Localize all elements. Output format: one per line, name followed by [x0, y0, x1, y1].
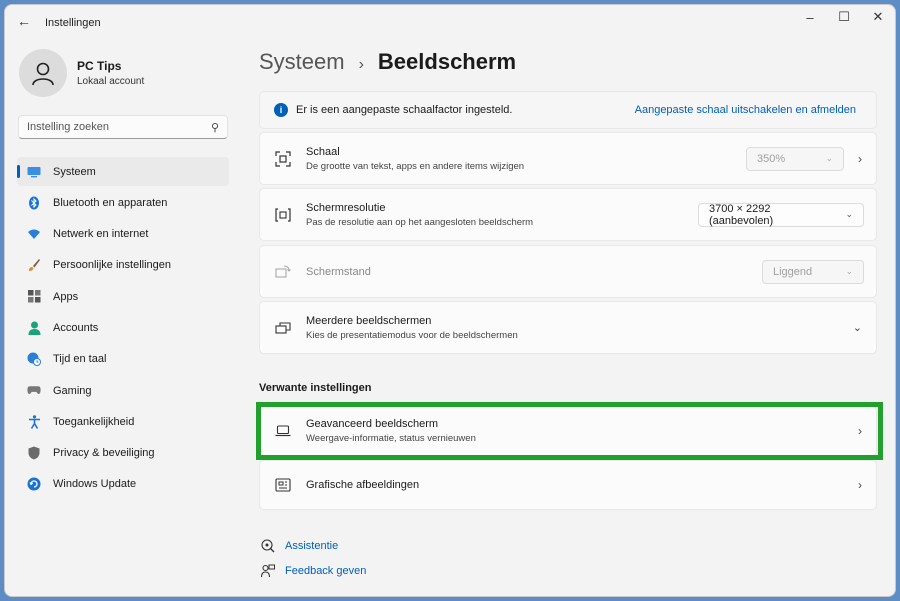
sidebar-item-bluetooth[interactable]: Bluetooth en apparaten	[17, 188, 229, 217]
multiple-displays-icon	[274, 319, 292, 337]
help-link-label: Assistentie	[285, 540, 339, 552]
settings-window: ← Instellingen – ☐ ✕ PC Tips Lokaal acco…	[4, 4, 896, 597]
setting-grafische-afbeeldingen[interactable]: Grafische afbeeldingen ›	[259, 460, 877, 510]
setting-title: Meerdere beeldschermen	[306, 314, 432, 327]
help-link[interactable]: Assistentie	[261, 539, 338, 553]
gamepad-icon	[27, 384, 41, 398]
person-icon	[27, 321, 41, 335]
sidebar-nav: Systeem Bluetooth en apparaten Netwerk e…	[17, 157, 229, 501]
page-title: Beeldscherm	[377, 49, 517, 74]
globe-clock-icon	[27, 352, 41, 367]
window-controls: – ☐ ✕	[793, 5, 895, 29]
profile-account-type: Lokaal account	[77, 76, 145, 87]
highlight-frame	[256, 402, 883, 460]
search-input[interactable]	[27, 121, 211, 133]
back-arrow-icon[interactable]: ←	[17, 13, 31, 29]
sidebar-item-label: Persoonlijke instellingen	[53, 259, 172, 272]
bluetooth-icon	[27, 196, 41, 210]
chevron-right-icon[interactable]: ›	[858, 152, 862, 166]
sidebar-item-toegankelijkheid[interactable]: Toegankelijkheid	[17, 407, 229, 436]
sidebar-item-label: Privacy & beveiliging	[53, 447, 155, 460]
sidebar-item-label: Gaming	[53, 384, 92, 397]
user-avatar-icon	[32, 62, 54, 86]
help-chat-icon	[261, 539, 275, 553]
sidebar-item-label: Bluetooth en apparaten	[53, 196, 168, 209]
sidebar-item-label: Windows Update	[53, 478, 137, 491]
setting-title: Schermresolutie	[306, 201, 386, 214]
sidebar-item-windows-update[interactable]: Windows Update	[17, 470, 229, 499]
sidebar-item-label: Netwerk en internet	[53, 228, 149, 241]
setting-title: Schaal	[306, 145, 340, 158]
feedback-link[interactable]: Feedback geven	[261, 564, 366, 578]
setting-schaal[interactable]: Schaal De grootte van tekst, apps en and…	[259, 132, 877, 185]
breadcrumb: Systeem › Beeldscherm	[259, 49, 516, 75]
title-bar: ← Instellingen – ☐ ✕	[5, 5, 895, 39]
setting-schermstand: Schermstand Liggend ⌄	[259, 245, 877, 298]
search-icon[interactable]: ⚲	[211, 121, 219, 134]
wifi-icon	[27, 227, 41, 241]
sidebar-item-apps[interactable]: Apps	[17, 282, 229, 311]
setting-title: Grafische afbeeldingen	[306, 479, 420, 491]
shield-icon	[27, 446, 41, 460]
chevron-right-icon[interactable]: ›	[858, 478, 862, 492]
setting-title: Schermstand	[306, 265, 371, 278]
search-box[interactable]: ⚲	[18, 115, 228, 139]
window-title: Instellingen	[45, 17, 101, 29]
feedback-icon	[261, 564, 275, 578]
sidebar-item-netwerk[interactable]: Netwerk en internet	[17, 220, 229, 249]
info-banner: i Er is een aangepaste schaalfactor inge…	[259, 91, 877, 129]
resolution-icon	[274, 206, 292, 224]
setting-subtitle: De grootte van tekst, apps en andere ite…	[306, 160, 525, 172]
monitor-icon	[27, 165, 41, 179]
sidebar-item-accounts[interactable]: Accounts	[17, 313, 229, 342]
sidebar-item-label: Tijd en taal	[53, 353, 107, 366]
sidebar-item-gaming[interactable]: Gaming	[17, 376, 229, 405]
setting-meerdere-beeldschermen[interactable]: Meerdere beeldschermen Kies de presentat…	[259, 301, 877, 354]
sidebar-item-label: Systeem	[53, 165, 96, 178]
graphics-icon	[274, 476, 292, 494]
section-heading: Verwante instellingen	[259, 382, 372, 394]
sidebar-item-label: Accounts	[53, 321, 99, 334]
orientation-icon	[274, 263, 292, 281]
sidebar-item-tijd-taal[interactable]: Tijd en taal	[17, 345, 229, 374]
chevron-down-icon[interactable]: ⌄	[853, 321, 862, 334]
banner-text: Er is een aangepaste schaalfactor ingest…	[296, 104, 513, 116]
sidebar-item-privacy[interactable]: Privacy & beveiliging	[17, 439, 229, 468]
chevron-right-icon: ›	[358, 56, 364, 73]
orientation-value: Liggend	[773, 265, 813, 278]
chevron-down-icon: ⌄	[845, 266, 853, 276]
chevron-down-icon: ⌄	[845, 209, 853, 219]
close-icon[interactable]: ✕	[861, 5, 895, 29]
orientation-dropdown[interactable]: Liggend ⌄	[762, 259, 864, 284]
accessibility-icon	[27, 415, 41, 429]
sidebar-item-label: Apps	[53, 290, 79, 303]
profile-name: PC Tips	[77, 59, 122, 73]
disable-custom-scale-link[interactable]: Aangepaste schaal uitschakelen en afmeld…	[635, 104, 856, 116]
sidebar-item-persoonlijk[interactable]: Persoonlijke instellingen	[17, 251, 229, 280]
maximize-icon[interactable]: ☐	[827, 5, 861, 29]
sidebar-item-systeem[interactable]: Systeem	[17, 157, 229, 186]
breadcrumb-parent[interactable]: Systeem	[259, 49, 345, 75]
resolution-value: 3700 × 2292 (aanbevolen)	[709, 202, 774, 227]
resolution-dropdown[interactable]: 3700 × 2292 (aanbevolen) ⌄	[698, 202, 864, 227]
chevron-down-icon: ⌄	[825, 153, 833, 163]
minimize-icon[interactable]: –	[793, 5, 827, 29]
user-profile[interactable]: PC Tips Lokaal account	[19, 49, 144, 97]
scale-dropdown[interactable]: 350% ⌄	[746, 146, 844, 171]
setting-subtitle: Kies de presentatiemodus voor de beeldsc…	[306, 329, 518, 341]
apps-icon	[27, 290, 41, 304]
avatar	[19, 49, 67, 97]
feedback-link-label: Feedback geven	[285, 565, 367, 577]
sidebar-item-label: Toegankelijkheid	[53, 415, 135, 428]
scale-icon	[274, 150, 292, 168]
info-icon: i	[274, 103, 288, 117]
setting-subtitle: Pas de resolutie aan op het aangesloten …	[306, 216, 534, 228]
scale-value: 350%	[757, 152, 786, 165]
brush-icon	[27, 258, 41, 272]
update-icon	[27, 477, 41, 491]
setting-schermresolutie[interactable]: Schermresolutie Pas de resolutie aan op …	[259, 188, 877, 241]
